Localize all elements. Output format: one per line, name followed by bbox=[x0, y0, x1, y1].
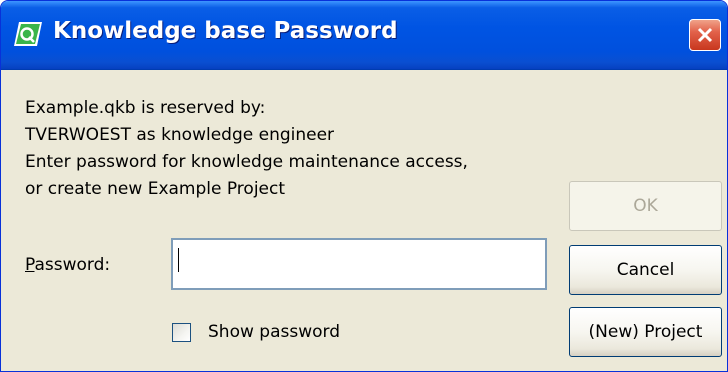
password-input[interactable] bbox=[171, 238, 547, 290]
message-line: TVERWOEST as knowledge engineer bbox=[25, 125, 335, 145]
ok-button[interactable]: OK bbox=[569, 181, 722, 231]
message-line: Enter password for knowledge maintenance… bbox=[25, 152, 468, 172]
close-button[interactable] bbox=[689, 19, 721, 51]
text-caret bbox=[178, 248, 179, 272]
show-password-checkbox[interactable] bbox=[172, 323, 191, 342]
message-line: or create new Example Project bbox=[25, 179, 286, 199]
message-line: Example.qkb is reserved by: bbox=[25, 98, 266, 118]
password-label-text: assword: bbox=[34, 255, 111, 275]
reservation-message: Example.qkb is reserved by: TVERWOEST as… bbox=[25, 95, 468, 203]
qlikview-logo-icon bbox=[13, 21, 43, 47]
show-password-label[interactable]: Show password bbox=[208, 322, 340, 342]
title-bar[interactable]: Knowledge base Password bbox=[1, 1, 727, 70]
password-label: Password: bbox=[25, 255, 110, 275]
window-title: Knowledge base Password bbox=[53, 18, 398, 44]
cancel-button[interactable]: Cancel bbox=[569, 245, 722, 295]
password-label-mnemonic: P bbox=[25, 255, 35, 275]
new-project-button[interactable]: (New) Project bbox=[569, 307, 722, 357]
password-dialog: Knowledge base Password Example.qkb is r… bbox=[0, 0, 728, 372]
